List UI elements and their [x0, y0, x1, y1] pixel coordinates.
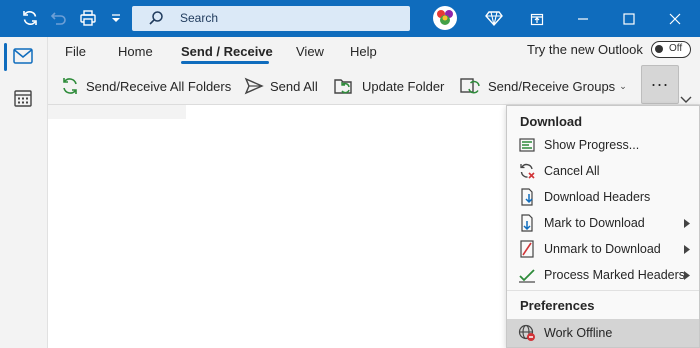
collapse-ribbon-icon[interactable] — [680, 92, 694, 104]
menu-separator — [507, 290, 699, 291]
close-icon[interactable] — [652, 0, 698, 37]
send-receive-icon — [63, 78, 77, 94]
maximize-icon[interactable] — [606, 0, 652, 37]
new-outlook-toggle[interactable]: Off — [651, 41, 691, 58]
update-folder-button[interactable]: Update Folder — [334, 75, 444, 97]
send-receive-all-label: Send/Receive All Folders — [86, 78, 232, 94]
menu-item-mark-to-download[interactable]: Mark to Download — [507, 210, 699, 236]
menu-item-label: Download Headers — [544, 190, 651, 204]
tab-send-receive[interactable]: Send / Receive — [181, 44, 273, 59]
menu-item-label: Cancel All — [544, 164, 600, 178]
try-new-outlook-label: Try the new Outlook — [527, 42, 643, 57]
more-commands-button[interactable]: ... — [641, 65, 679, 104]
sync-icon[interactable] — [20, 8, 40, 28]
chevron-down-icon: ⌄ — [619, 80, 627, 91]
send-receive-overflow-menu: Download Show Progress... Cancel All Dow… — [506, 105, 700, 348]
menu-item-label: Show Progress... — [544, 138, 640, 152]
tab-file[interactable]: File — [65, 44, 86, 59]
calendar-icon[interactable] — [14, 89, 32, 110]
menu-item-label: Unmark to Download — [544, 242, 661, 256]
submenu-arrow-icon — [684, 243, 690, 257]
ribbon: File Home Send / Receive View Help Try t… — [48, 37, 700, 105]
menu-item-label: Work Offline — [544, 326, 613, 340]
menu-item-cancel-all[interactable]: Cancel All — [507, 158, 699, 184]
menu-item-process-marked-headers[interactable]: Process Marked Headers — [507, 262, 699, 288]
restore-icon[interactable] — [514, 0, 560, 37]
send-all-label: Send All — [270, 78, 318, 94]
send-receive-groups-button[interactable]: Send/Receive Groups ⌄ — [460, 75, 627, 97]
menu-item-download-headers[interactable]: Download Headers — [507, 184, 699, 210]
search-box[interactable]: Search — [132, 6, 410, 31]
menu-item-unmark-to-download[interactable]: Unmark to Download — [507, 236, 699, 262]
menu-item-label: Mark to Download — [544, 216, 645, 230]
cancel-sync-icon — [518, 162, 536, 180]
active-tab-indicator — [181, 61, 269, 64]
process-check-icon — [518, 266, 536, 284]
submenu-arrow-icon — [684, 217, 690, 231]
download-headers-icon — [518, 188, 536, 206]
submenu-arrow-icon — [684, 269, 690, 283]
minimize-icon[interactable] — [560, 0, 606, 37]
tab-view[interactable]: View — [296, 44, 324, 59]
menu-item-label: Process Marked Headers — [544, 268, 686, 282]
search-icon — [148, 10, 164, 29]
premium-diamond-icon[interactable] — [484, 8, 504, 28]
send-all-button[interactable]: Send All — [244, 75, 318, 97]
menu-header-preferences: Preferences — [520, 298, 595, 313]
undo-icon[interactable] — [49, 8, 69, 28]
customize-toolbar-icon[interactable] — [106, 8, 126, 28]
tab-home[interactable]: Home — [118, 44, 153, 59]
ellipsis-icon: ... — [650, 70, 669, 90]
tab-help[interactable]: Help — [350, 44, 377, 59]
work-offline-globe-icon — [518, 324, 536, 342]
rail-selection-indicator — [4, 43, 7, 71]
send-receive-groups-label: Send/Receive Groups — [488, 78, 616, 94]
menu-item-show-progress[interactable]: Show Progress... — [507, 132, 699, 158]
send-icon — [244, 77, 264, 95]
progress-icon — [518, 136, 536, 154]
navigation-rail — [0, 37, 48, 348]
update-folder-label: Update Folder — [362, 78, 445, 94]
menu-item-work-offline[interactable]: Work Offline — [507, 319, 699, 347]
menu-header-download: Download — [520, 114, 583, 129]
toggle-state-label: Off — [669, 43, 683, 54]
toggle-knob — [655, 45, 663, 53]
folder-pane — [48, 105, 186, 119]
search-input[interactable]: Search — [180, 11, 218, 25]
update-folder-icon — [334, 79, 352, 94]
send-receive-groups-icon — [460, 78, 480, 94]
title-bar: Search — [0, 0, 700, 37]
mark-download-icon — [518, 214, 536, 232]
send-receive-all-button[interactable]: Send/Receive All Folders — [60, 75, 231, 97]
print-icon[interactable] — [78, 8, 98, 28]
avatar[interactable] — [432, 5, 458, 31]
mail-icon[interactable] — [13, 48, 33, 67]
unmark-download-icon — [518, 240, 536, 258]
